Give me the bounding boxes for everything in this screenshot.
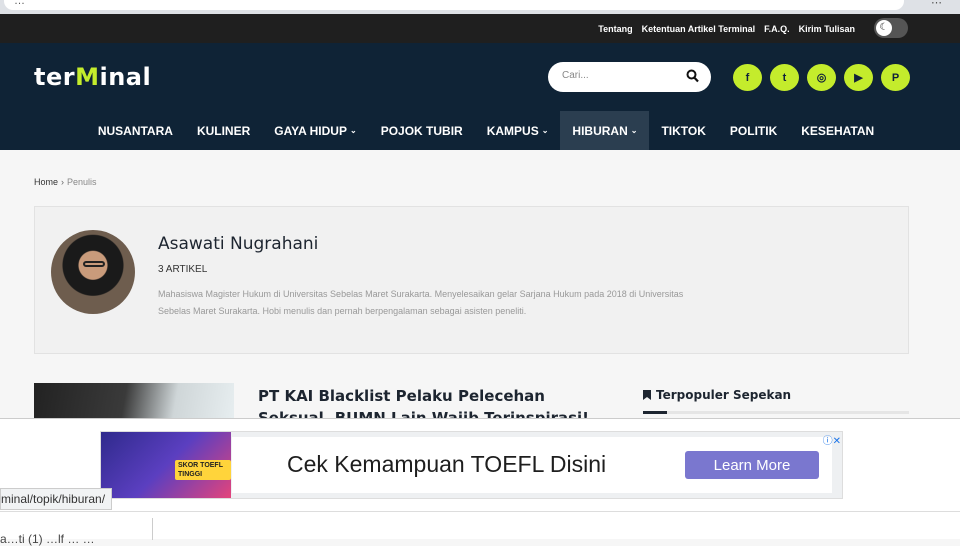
nav-item-politik[interactable]: POLITIK [718,111,789,150]
ad-headline: Cek Kemampuan TOEFL Disini [287,451,607,477]
browser-status-bar: minal/topik/hiburan/ [0,488,113,510]
top-link-kirim-tulisan[interactable]: Kirim Tulisan [799,24,855,34]
logo-text-prefix: ter [34,63,76,91]
site-logo[interactable]: terMinal [34,63,151,91]
instagram-icon[interactable]: ◎ [807,64,836,91]
search-box [548,62,711,92]
nav-item-hiburan[interactable]: HIBURAN ⌄ [560,111,650,150]
nav-item-kuliner[interactable]: KULINER [185,111,262,150]
twitter-icon[interactable]: t [770,64,799,91]
author-avatar [51,230,135,314]
nav-label: KULINER [196,123,251,138]
divider [152,518,153,540]
author-bio: Mahasiswa Magister Hukum di Universitas … [158,289,684,316]
learn-more-button[interactable]: Learn More [685,451,819,479]
nav-item-tiktok[interactable]: TIKTOK [649,111,717,150]
breadcrumb-home[interactable]: Home [34,177,58,187]
breadcrumb-current: Penulis [67,177,97,187]
youtube-icon[interactable]: ▶ [844,64,873,91]
chevron-down-icon: ⌄ [630,126,638,135]
browser-toolbar-icons[interactable]: ⋯ [931,0,954,9]
sidebar-heading-label: Terpopuler Sepekan [656,388,792,402]
ad-banner[interactable]: SKOR TOEFL TINGGI Cek Kemampuan TOEFL Di… [100,431,843,499]
top-link-ketentuan[interactable]: Ketentuan Artikel Terminal [642,24,756,34]
address-field[interactable]: … [4,0,904,10]
social-links: f t ◎ ▶ P [733,64,910,91]
chevron-down-icon: ⌄ [349,126,357,135]
nav-item-kesehatan[interactable]: KESEHATAN [789,111,886,150]
logo-text-suffix: inal [99,63,152,91]
author-article-count: 3 ARTIKEL [158,264,208,275]
search-icon[interactable] [686,69,699,88]
chevron-right-icon: › [61,177,65,187]
top-bar: Tentang Ketentuan Artikel Terminal F.A.Q… [0,14,960,43]
top-link-faq[interactable]: F.A.Q. [764,24,790,34]
browser-address-bar: … ⋯ [0,0,960,14]
pinterest-icon[interactable]: P [881,64,910,91]
bottom-text: a…ti (1) …lf … … [0,532,95,546]
bookmark-icon [643,390,651,400]
ad-text-area: Cek Kemampuan TOEFL Disini Learn More [232,437,832,493]
nav-item-nusantara[interactable]: NUSANTARA [86,111,185,150]
ad-bar: SKOR TOEFL TINGGI Cek Kemampuan TOEFL Di… [0,418,960,511]
top-links: Tentang Ketentuan Artikel Terminal F.A.Q… [598,14,855,43]
bottom-row: a…ti (1) …lf … … [0,511,960,546]
search-input[interactable] [562,70,682,81]
moon-icon: ☾ [876,20,892,36]
site-header: terMinal f t ◎ ▶ P NUSANTARA KULINER GAY… [0,43,960,150]
chevron-down-icon: ⌄ [541,126,549,135]
nav-label: TIKTOK [661,123,706,138]
nav-item-gaya-hidup[interactable]: GAYA HIDUP ⌄ [262,111,368,150]
top-link-tentang[interactable]: Tentang [598,24,632,34]
nav-label: POJOK TUBIR [380,123,463,138]
ad-image: SKOR TOEFL TINGGI [101,432,231,498]
ad-badge: SKOR TOEFL TINGGI [175,460,231,480]
nav-item-pojok-tubir[interactable]: POJOK TUBIR [369,111,475,150]
sidebar-heading: Terpopuler Sepekan [643,388,791,402]
facebook-icon[interactable]: f [733,64,762,91]
nav-label: POLITIK [729,123,778,138]
nav-label: NUSANTARA [97,123,173,138]
ad-close-icon[interactable]: ⓘ✕ [823,432,841,447]
avatar-glasses [83,261,105,267]
nav-label: HIBURAN [572,123,628,138]
author-name: Asawati Nugrahani [158,234,319,254]
logo-mark: M [75,63,100,91]
author-box: Asawati Nugrahani 3 ARTIKEL Mahasiswa Ma… [34,206,909,354]
underline-accent [643,411,667,414]
nav-label: KAMPUS [486,123,539,138]
sidebar-heading-underline [643,411,909,414]
nav-item-kampus[interactable]: KAMPUS ⌄ [475,111,561,150]
nav-label: GAYA HIDUP [274,123,347,138]
breadcrumb: Home › Penulis [34,177,97,187]
article-thumbnail[interactable] [34,383,234,423]
nav-label: KESEHATAN [801,123,875,138]
main-nav: NUSANTARA KULINER GAYA HIDUP ⌄ POJOK TUBI… [0,111,960,150]
dark-mode-toggle[interactable]: ☾ [874,18,908,38]
